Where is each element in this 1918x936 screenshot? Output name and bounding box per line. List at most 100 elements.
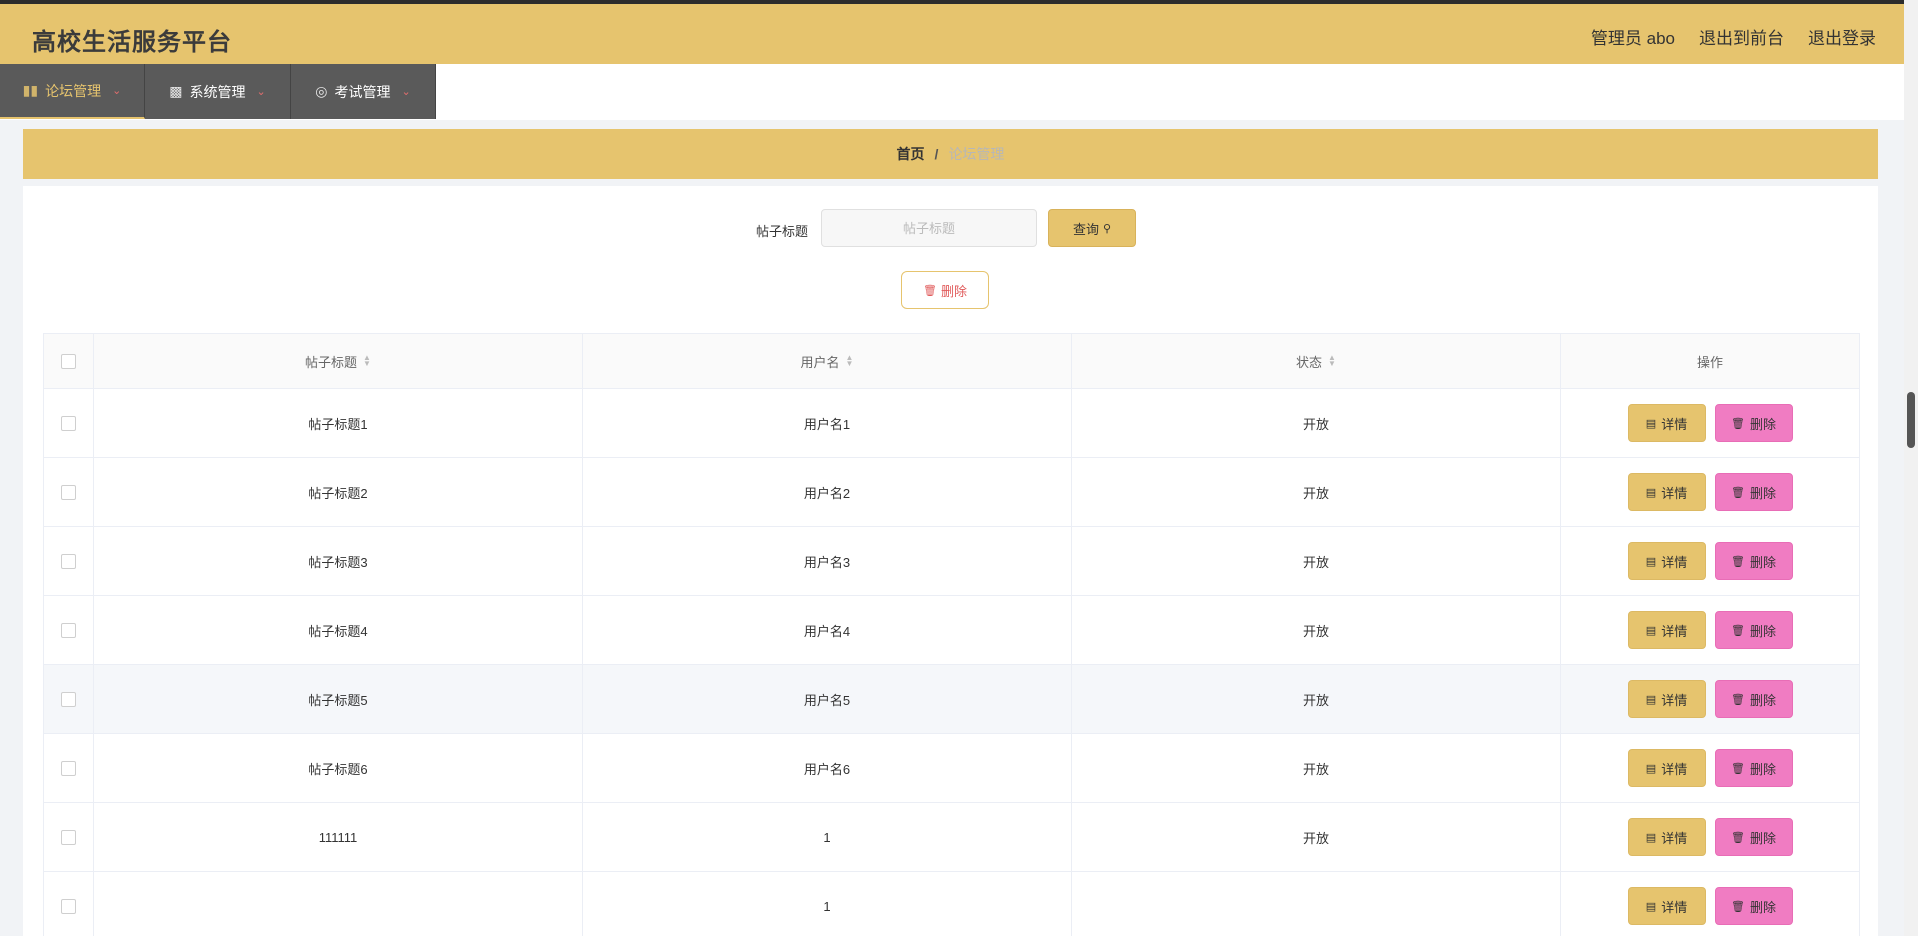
select-all-checkbox[interactable]	[61, 353, 76, 369]
table-row: 1 ▤ 详情 🗑 删除	[44, 872, 1859, 936]
row-checkbox[interactable]	[61, 484, 76, 500]
breadcrumb-separator: /	[934, 146, 939, 162]
delete-label: 删除	[1749, 554, 1776, 570]
column-label: 帖子标题	[305, 354, 358, 370]
cell-user: 用户名1	[583, 389, 1072, 457]
delete-button[interactable]: 🗑 删除	[1714, 473, 1793, 511]
row-check-cell	[44, 458, 94, 526]
cell-actions: ▤ 详情 🗑 删除	[1561, 389, 1859, 457]
delete-button[interactable]: 🗑 删除	[1714, 818, 1793, 856]
menu-item-forum[interactable]: ▮▮ 论坛管理 ⌄	[0, 64, 145, 119]
scrollbar-thumb[interactable]	[1907, 392, 1915, 448]
search-input[interactable]	[821, 209, 1037, 247]
row-check-cell	[44, 596, 94, 664]
row-check-cell	[44, 872, 94, 936]
delete-label: 删除	[1749, 485, 1776, 501]
breadcrumb-home[interactable]: 首页	[897, 144, 925, 164]
delete-button[interactable]: 🗑 删除	[1714, 749, 1793, 787]
detail-button[interactable]: ▤ 详情	[1627, 887, 1706, 925]
bulk-delete-button[interactable]: 🗑 删除	[901, 271, 989, 309]
cell-status: 开放	[1072, 527, 1561, 595]
chevron-down-icon: ⌄	[112, 85, 122, 97]
scrollbar[interactable]	[1904, 0, 1918, 936]
detail-button[interactable]: ▤ 详情	[1627, 611, 1706, 649]
detail-label: 详情	[1661, 692, 1688, 708]
row-checkbox[interactable]	[61, 622, 76, 638]
cell-actions: ▤ 详情 🗑 删除	[1561, 734, 1859, 802]
select-all-cell	[44, 334, 94, 388]
search-button-label: 查询	[1072, 221, 1099, 237]
col-header-user[interactable]: 用户名 ▲ ▼	[583, 334, 1072, 388]
menu-item-system[interactable]: ▩ 系统管理 ⌄	[145, 64, 291, 119]
cell-user: 用户名5	[583, 665, 1072, 733]
search-label: 帖子标题	[756, 224, 809, 239]
menu-item-exam[interactable]: ◎ 考试管理 ⌄	[291, 64, 436, 119]
sort-icon[interactable]: ▲ ▼	[1328, 354, 1336, 368]
col-header-status[interactable]: 状态 ▲ ▼	[1072, 334, 1561, 388]
detail-label: 详情	[1661, 899, 1688, 915]
breadcrumb-current: 论坛管理	[948, 146, 1005, 162]
detail-button[interactable]: ▤ 详情	[1627, 818, 1706, 856]
table-row: 111111 1 开放 ▤ 详情 🗑 删除	[44, 803, 1859, 872]
row-check-cell	[44, 527, 94, 595]
cell-title	[94, 872, 583, 936]
cell-user: 用户名6	[583, 734, 1072, 802]
row-checkbox[interactable]	[61, 553, 76, 569]
trash-icon: 🗑	[1731, 486, 1745, 499]
table-header: 帖子标题 ▲ ▼ 用户名 ▲ ▼ 状态 ▲ ▼ 操作	[44, 334, 1859, 389]
column-label: 用户名	[800, 354, 840, 370]
trash-icon: 🗑	[1731, 417, 1745, 430]
row-check-cell	[44, 389, 94, 457]
detail-button[interactable]: ▤ 详情	[1627, 404, 1706, 442]
document-icon: ▤	[1645, 555, 1657, 568]
top-header: 高校生活服务平台 管理员 abo 退出到前台 退出登录	[0, 0, 1904, 64]
delete-button[interactable]: 🗑 删除	[1714, 611, 1793, 649]
row-checkbox[interactable]	[61, 829, 76, 845]
menu-item-label: 论坛管理	[45, 82, 102, 99]
delete-button[interactable]: 🗑 删除	[1714, 404, 1793, 442]
back-to-front-link[interactable]: 退出到前台	[1699, 24, 1784, 49]
delete-label: 删除	[1749, 623, 1776, 639]
detail-button[interactable]: ▤ 详情	[1627, 749, 1706, 787]
delete-label: 删除	[1749, 830, 1776, 846]
app-title: 高校生活服务平台	[32, 29, 232, 56]
table-row: 帖子标题6 用户名6 开放 ▤ 详情 🗑 删除	[44, 734, 1859, 803]
cell-status: 开放	[1072, 734, 1561, 802]
detail-button[interactable]: ▤ 详情	[1627, 473, 1706, 511]
document-icon: ▤	[1645, 624, 1657, 637]
detail-button[interactable]: ▤ 详情	[1627, 542, 1706, 580]
row-checkbox[interactable]	[61, 691, 76, 707]
cell-status	[1072, 872, 1561, 936]
cell-actions: ▤ 详情 🗑 删除	[1561, 527, 1859, 595]
cell-title: 111111	[94, 803, 583, 871]
document-icon: ▤	[1645, 417, 1657, 430]
detail-label: 详情	[1661, 623, 1688, 639]
cell-user: 1	[583, 803, 1072, 871]
document-icon: ▤	[1645, 831, 1657, 844]
delete-button[interactable]: 🗑 删除	[1714, 887, 1793, 925]
document-icon: ▤	[1645, 693, 1657, 706]
detail-button[interactable]: ▤ 详情	[1627, 680, 1706, 718]
search-button[interactable]: 查询 ⚲	[1048, 209, 1136, 247]
document-icon: ▤	[1645, 762, 1657, 775]
row-checkbox[interactable]	[61, 760, 76, 776]
col-header-actions: 操作	[1561, 334, 1859, 388]
row-check-cell	[44, 803, 94, 871]
trash-icon: 🗑	[1731, 624, 1745, 637]
sort-icon[interactable]: ▲ ▼	[846, 354, 854, 368]
admin-user-label[interactable]: 管理员 abo	[1591, 24, 1675, 49]
chevron-down-icon: ⌄	[401, 86, 411, 98]
sort-icon[interactable]: ▲ ▼	[363, 354, 371, 368]
trash-icon: 🗑	[923, 284, 937, 297]
col-header-title[interactable]: 帖子标题 ▲ ▼	[94, 334, 583, 388]
row-checkbox[interactable]	[61, 898, 76, 914]
main-panel: 帖子标题 查询 ⚲ 🗑 删除 帖子标题 ▲▼ 用户名 ▲▼ 状态 ▲▼	[23, 186, 1878, 936]
row-checkbox[interactable]	[61, 415, 76, 431]
delete-button[interactable]: 🗑 删除	[1714, 542, 1793, 580]
logout-link[interactable]: 退出登录	[1808, 24, 1876, 49]
cell-status: 开放	[1072, 665, 1561, 733]
cell-actions: ▤ 详情 🗑 删除	[1561, 596, 1859, 664]
trash-icon: 🗑	[1731, 900, 1745, 913]
delete-button[interactable]: 🗑 删除	[1714, 680, 1793, 718]
data-table: 帖子标题 ▲ ▼ 用户名 ▲ ▼ 状态 ▲ ▼ 操作 帖子标题 1 用户名1 开放 ▤	[43, 333, 1860, 936]
